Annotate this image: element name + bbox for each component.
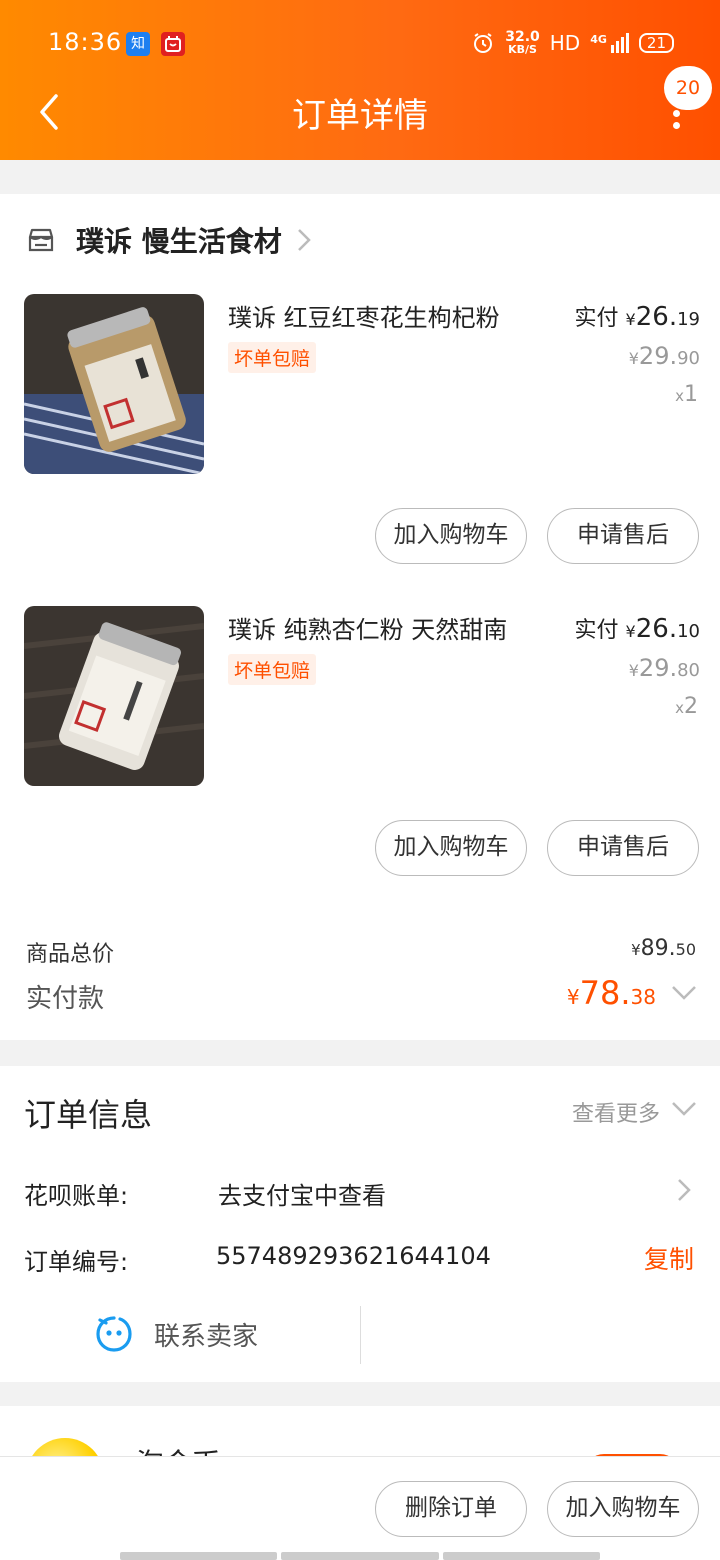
product-title[interactable]: 璞诉 纯熟杏仁粉 天然甜南: [228, 610, 507, 645]
original-price: ¥29.90: [628, 342, 700, 370]
product-image[interactable]: [24, 606, 204, 786]
chevron-down-icon[interactable]: [670, 1100, 698, 1118]
order-info-title: 订单信息: [24, 1096, 153, 1134]
product-item: 璞诉 纯熟杏仁粉 天然甜南 坏单包赔 实付 ¥26.10 ¥29.80 x2 加…: [0, 606, 720, 906]
chat-face-icon: [96, 1316, 132, 1352]
paid-price: 实付 ¥26.19: [574, 302, 700, 332]
zhihu-notification-icon: 知: [126, 32, 150, 56]
delete-order-button[interactable]: 删除订单: [375, 1481, 527, 1537]
divider: [360, 1306, 361, 1364]
paid-amount-label: 实付款: [26, 984, 105, 1014]
total-price-label: 商品总价: [26, 942, 115, 967]
paid-amount-value: ¥78.38: [566, 974, 656, 1012]
bottom-action-bar: 删除订单 加入购物车: [0, 1456, 720, 1560]
view-more-link[interactable]: 查看更多: [572, 1096, 660, 1128]
contact-seller-button[interactable]: 联系卖家: [94, 1314, 258, 1354]
page-title: 订单详情: [292, 96, 428, 136]
add-to-cart-button[interactable]: 加入购物车: [375, 820, 527, 876]
after-sale-button[interactable]: 申请售后: [547, 508, 699, 564]
guarantee-tag: 坏单包赔: [228, 654, 317, 685]
order-number-label: 订单编号:: [24, 1248, 129, 1276]
order-number-value: 557489293621644104: [216, 1242, 491, 1270]
alarm-icon: [474, 32, 493, 53]
shop-link[interactable]: 璞诉 慢生活食材: [26, 220, 312, 260]
shop-name: 璞诉 慢生活食材: [76, 225, 282, 258]
total-price-value: ¥89.50: [631, 936, 696, 961]
original-price: ¥29.80: [628, 654, 700, 682]
product-image[interactable]: [24, 294, 204, 474]
status-time: 18:36: [48, 28, 123, 56]
quantity: x1: [675, 382, 698, 407]
chevron-down-icon[interactable]: [670, 984, 698, 1002]
hd-indicator: HD: [549, 30, 581, 55]
chevron-right-icon[interactable]: [676, 1177, 692, 1203]
quantity: x2: [675, 694, 698, 719]
app-notification-icon: [161, 32, 185, 56]
contact-seller-label: 联系卖家: [154, 1321, 259, 1352]
huabei-bill-link[interactable]: 去支付宝中查看: [218, 1176, 386, 1211]
status-bar: 18:36 知 32.0 KB/S HD 4G 21: [0, 0, 720, 88]
product-title[interactable]: 璞诉 红豆红枣花生枸杞粉: [228, 298, 500, 333]
paid-price: 实付 ¥26.10: [574, 614, 700, 644]
app-header: 18:36 知 32.0 KB/S HD 4G 21 订单详情 20: [0, 0, 720, 160]
chevron-right-icon: [297, 229, 311, 251]
copy-button[interactable]: 复制: [644, 1240, 694, 1276]
add-to-cart-button[interactable]: 加入购物车: [375, 508, 527, 564]
huabei-bill-label: 花呗账单:: [24, 1182, 129, 1210]
add-to-cart-button[interactable]: 加入购物车: [547, 1481, 699, 1537]
after-sale-button[interactable]: 申请售后: [547, 820, 699, 876]
message-count-badge[interactable]: 20: [664, 66, 712, 110]
network-speed: 32.0 KB/S: [505, 29, 540, 56]
battery-indicator: 21: [638, 32, 674, 53]
signal-icon: 4G: [590, 32, 629, 53]
guarantee-tag: 坏单包赔: [228, 342, 317, 373]
product-item: 璞诉 红豆红枣花生枸杞粉 坏单包赔 实付 ¥26.19 ¥29.90 x1 加入…: [0, 294, 720, 594]
store-icon: [28, 228, 54, 252]
home-indicator: [120, 1552, 600, 1560]
status-indicators: 32.0 KB/S HD 4G 21: [471, 30, 674, 55]
